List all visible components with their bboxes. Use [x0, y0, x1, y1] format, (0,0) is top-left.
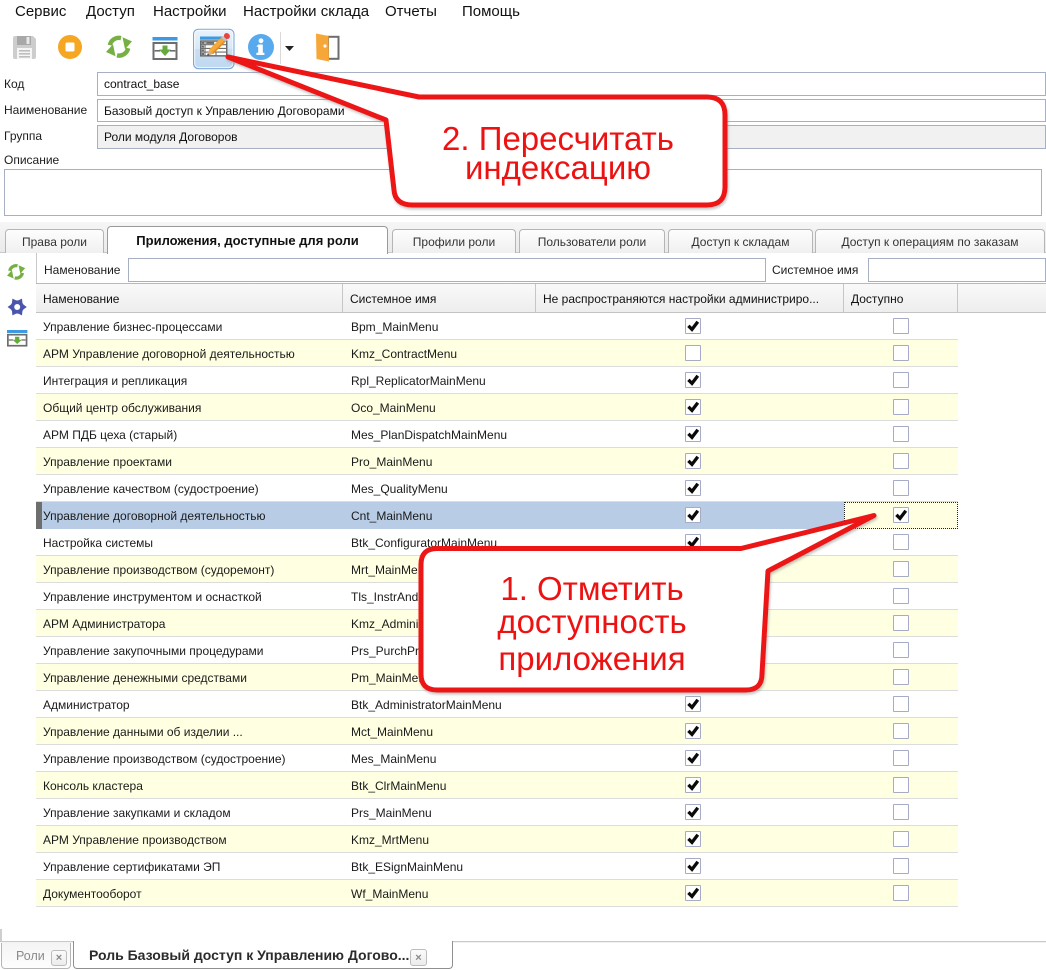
svg-text:приложения: приложения: [498, 640, 685, 677]
svg-text:индексацию: индексацию: [465, 149, 651, 186]
svg-text:доступность: доступность: [497, 603, 686, 640]
svg-text:1. Отметить: 1. Отметить: [500, 570, 683, 607]
